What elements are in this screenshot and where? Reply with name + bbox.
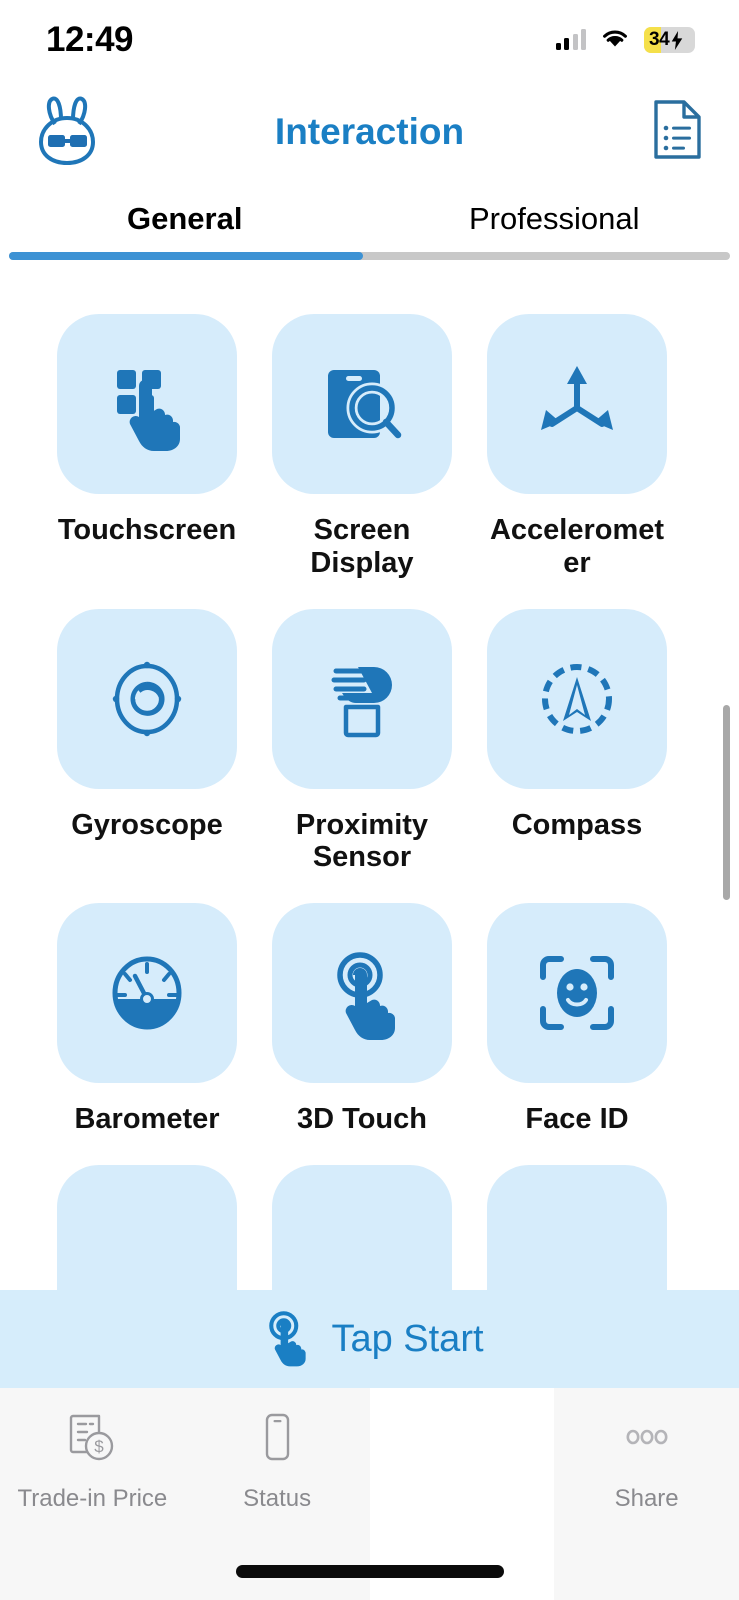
tile-background [272,608,452,789]
status-bar: 12:49 34 [0,0,739,80]
svg-text:$: $ [95,1437,105,1456]
cellular-signal-icon [555,29,586,50]
grid-item-barometer[interactable]: Barometer [57,903,237,1136]
three-dots-icon [618,1410,676,1473]
grid-item-face-id[interactable]: Face ID [487,903,667,1136]
tile-background [487,903,667,1084]
grid-item-proximity-sensor[interactable]: Proximity Sensor [272,608,452,875]
grid-item-next-row-1[interactable] [57,1164,237,1290]
tile-background [272,1164,452,1290]
accelerometer-icon [541,366,613,430]
report-document-icon[interactable] [651,99,703,166]
tile-background [57,314,237,494]
compass-icon [542,663,612,734]
gyroscope-icon [112,661,182,736]
grid-item-3d-touch[interactable]: 3D Touch [272,903,452,1136]
tab-general[interactable]: General [0,186,370,252]
bottom-nav-label: Status [243,1485,312,1512]
battery-charging-icon: 34 [644,27,695,53]
grid-item-touchscreen[interactable]: Touchscreen [57,314,237,580]
battery-level-label: 34 [649,29,670,50]
screen-display-icon [328,370,402,439]
bottom-nav-label: Share [614,1485,679,1512]
grid-item-label: Face ID [525,1103,629,1136]
touchscreen-icon [117,370,180,451]
face-id-icon [540,956,614,1031]
status-indicators: 34 [555,27,695,54]
bottom-nav-label: Trade-in Price [17,1485,168,1512]
phone-outline-icon [248,1410,306,1473]
grid-item-label: 3D Touch [297,1103,427,1136]
tile-background [272,903,452,1084]
page-title: Interaction [274,111,465,152]
proximity-sensor-icon [331,666,392,737]
tap-start-label: Tap Start [331,1317,484,1360]
grid-item-label: Touchscreen [57,514,237,546]
tile-background [57,1164,237,1290]
grid-item-next-row-3[interactable] [487,1164,667,1290]
tab-bar: General Professional [0,186,739,264]
three-d-touch-icon [337,952,395,1041]
tile-background [487,608,667,789]
rabbit-mascot-icon[interactable] [34,94,102,171]
barometer-icon [112,956,182,1030]
grid-item-compass[interactable]: Compass [487,608,667,875]
status-time: 12:49 [46,20,134,59]
tile-background [487,1164,667,1290]
tap-start-button[interactable]: Tap Start [0,1290,739,1388]
tap-hand-icon [255,1306,315,1373]
vertical-scrollbar[interactable] [723,705,730,900]
tile-background [57,903,237,1084]
feature-grid: Touchscreen Screen Display Accelerometer… [0,272,739,1290]
grid-item-label: Accelerometer [489,514,665,579]
grid-item-label: Compass [511,808,643,841]
tile-background [272,314,452,494]
wifi-icon [600,27,630,54]
grid-item-label: Gyroscope [71,808,223,841]
bottom-nav-trade-in-price[interactable]: $ Trade-in Price [0,1388,185,1600]
home-indicator [235,1565,504,1578]
tile-background [57,608,237,789]
tile-background [487,314,667,494]
app-screen: 12:49 34 Interaction General Professiona… [0,0,739,1600]
bottom-nav-share[interactable]: Share [554,1388,739,1600]
tab-professional[interactable]: Professional [370,186,739,252]
grid-item-label: Proximity Sensor [295,808,429,874]
bottom-nav-bar: $ Trade-in Price Status Share [0,1388,739,1600]
feature-grid-area: Touchscreen Screen Display Accelerometer… [0,272,739,1290]
grid-item-label: Barometer [74,1103,220,1136]
grid-item-screen-display[interactable]: Screen Display [272,314,452,580]
receipt-dollar-icon: $ [63,1410,121,1473]
nav-bar: Interaction [0,82,739,182]
grid-item-next-row-2[interactable] [272,1164,452,1290]
grid-item-gyroscope[interactable]: Gyroscope [57,608,237,875]
grid-item-label: Screen Display [310,514,414,579]
tab-active-indicator [9,252,363,260]
grid-item-accelerometer[interactable]: Accelerometer [487,314,667,580]
